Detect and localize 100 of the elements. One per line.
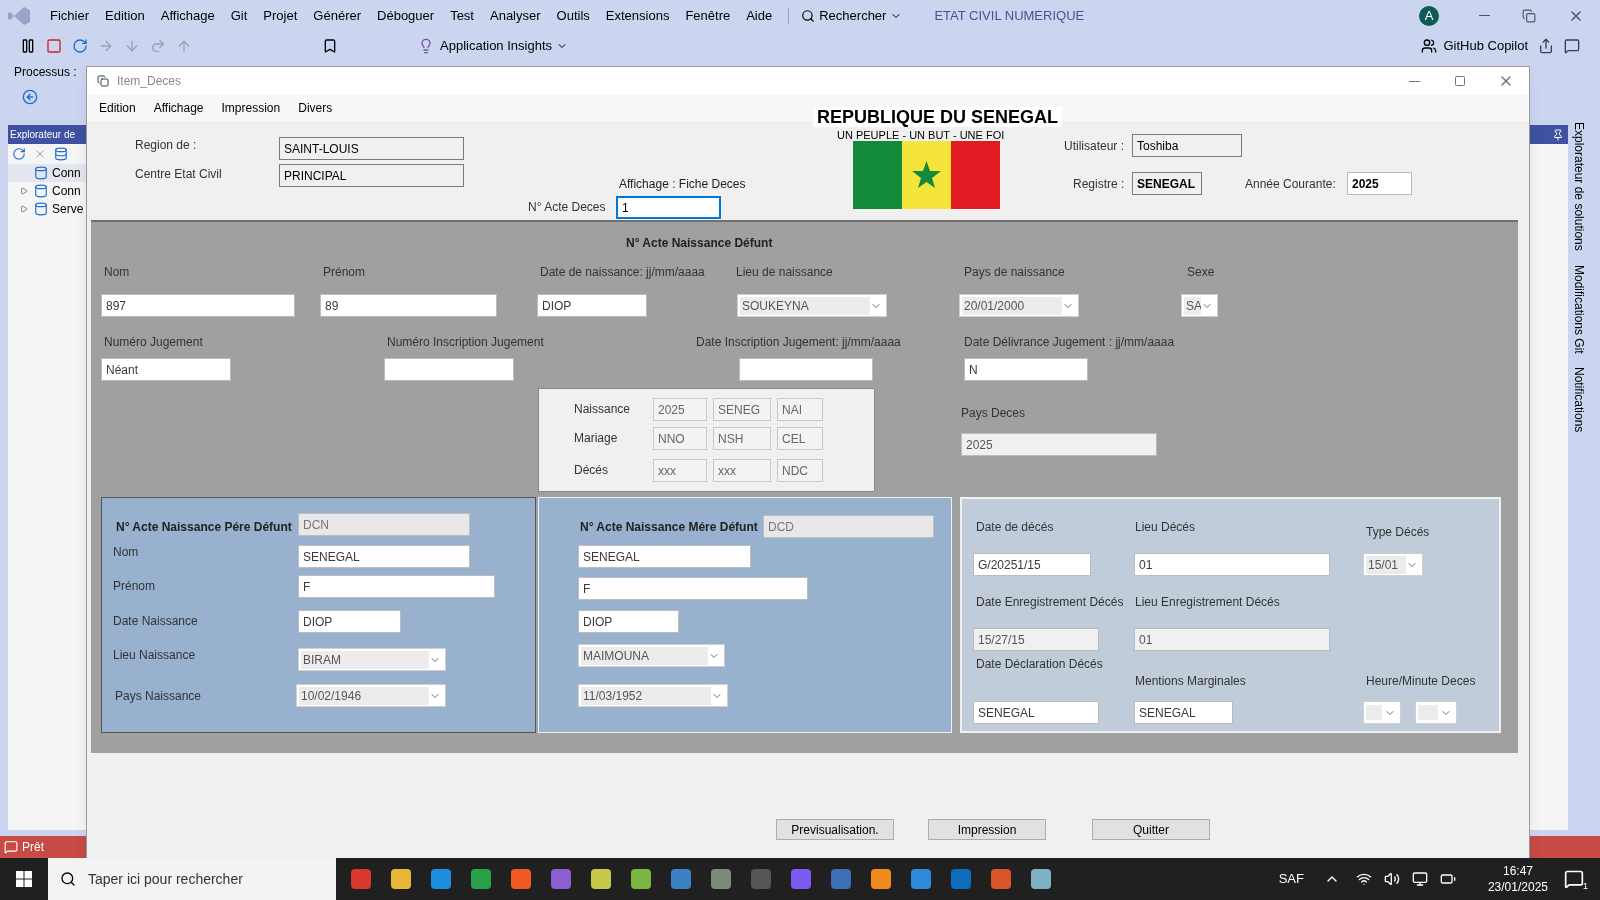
share-icon[interactable] <box>1538 38 1554 54</box>
display-icon[interactable] <box>1411 871 1428 887</box>
text-field[interactable]: SENEGAL <box>1132 172 1202 195</box>
form-button[interactable]: Impression <box>928 819 1046 840</box>
menu-item[interactable]: Edition <box>93 99 142 117</box>
side-tab[interactable]: Notifications <box>1570 367 1588 433</box>
text-field[interactable]: PRINCIPAL <box>279 164 464 187</box>
stop-icon[interactable] <box>46 38 62 54</box>
menu-item[interactable]: Aide <box>738 5 781 26</box>
app-icon[interactable] <box>470 868 492 890</box>
text-field[interactable]: F <box>578 577 808 600</box>
dropdown[interactable]: SOUKEYNA <box>737 294 887 317</box>
text-field[interactable]: N <box>964 358 1088 381</box>
menu-item[interactable]: Edition <box>97 5 153 26</box>
text-field[interactable]: 89 <box>320 294 497 317</box>
app-icon[interactable] <box>510 868 532 890</box>
search-field[interactable]: Taper ici pour rechercher <box>48 858 336 900</box>
text-field[interactable]: 1 <box>616 196 721 219</box>
text-field[interactable]: F <box>298 575 495 598</box>
side-tab[interactable]: Explorateur de solutions <box>1570 122 1588 251</box>
form-button[interactable]: Quitter <box>1092 819 1210 840</box>
app-icon[interactable] <box>630 868 652 890</box>
dropdown[interactable]: 20/01/2000 <box>959 294 1079 317</box>
app-icon[interactable] <box>910 868 932 890</box>
wifi-icon[interactable] <box>1355 871 1372 887</box>
menu-item[interactable]: Extensions <box>597 5 678 26</box>
code-field[interactable]: SENEG <box>713 398 771 421</box>
text-field[interactable]: SENEGAL <box>973 701 1099 724</box>
code-field[interactable]: xxx <box>653 459 707 482</box>
menu-item[interactable]: Fichier <box>42 5 97 26</box>
tray-label[interactable]: SAF <box>1278 869 1304 889</box>
menu-item[interactable]: Affichage <box>147 99 210 117</box>
expand-icon[interactable] <box>20 187 28 195</box>
text-field[interactable]: G/20251/15 <box>973 553 1091 576</box>
lightbulb-icon[interactable] <box>418 38 434 54</box>
app-icon[interactable] <box>390 868 412 890</box>
app-icon[interactable] <box>710 868 732 890</box>
code-field[interactable]: 2025 <box>653 398 707 421</box>
text-field[interactable]: 01 <box>1134 553 1330 576</box>
text-field[interactable]: DIOP <box>537 294 647 317</box>
battery-icon[interactable] <box>1439 871 1456 887</box>
menu-item[interactable]: Git <box>222 5 256 26</box>
menu-item[interactable]: Analyser <box>482 5 549 26</box>
text-field[interactable]: DIOP <box>298 610 401 633</box>
back-icon[interactable] <box>22 89 38 105</box>
restore-icon[interactable] <box>1522 8 1536 23</box>
expand-icon[interactable] <box>20 205 28 213</box>
windows-logo-icon[interactable] <box>16 871 32 887</box>
app-icon[interactable] <box>670 868 692 890</box>
text-field[interactable]: Néant <box>101 358 231 381</box>
menu-item[interactable]: Impression <box>215 99 287 117</box>
app-icon[interactable] <box>870 868 892 890</box>
menu-item[interactable]: Fenêtre <box>677 5 739 26</box>
text-field[interactable]: SENEGAL <box>1134 701 1233 724</box>
code-field[interactable]: NNO <box>653 427 707 450</box>
tree-item[interactable]: Serve <box>8 200 98 218</box>
dropdown[interactable]: 15/01 <box>1363 553 1423 576</box>
menu-item[interactable]: Test <box>442 5 482 26</box>
dropdown[interactable]: 10/02/1946 <box>296 684 446 707</box>
text-field[interactable]: SENEGAL <box>298 545 470 568</box>
avatar[interactable]: A <box>1419 5 1439 26</box>
code-field[interactable]: xxx <box>713 459 771 482</box>
menu-item[interactable]: Projet <box>255 5 306 26</box>
bookmark-icon[interactable] <box>322 38 338 54</box>
text-field[interactable]: 2025 <box>1347 172 1412 195</box>
text-field[interactable] <box>739 358 873 381</box>
dropdown[interactable]: 11/03/1952 <box>578 684 728 707</box>
app-icon[interactable] <box>1030 868 1052 890</box>
menu-item[interactable]: Affichage <box>152 5 223 26</box>
code-field[interactable]: NSH <box>713 427 771 450</box>
text-field[interactable]: SAINT-LOUIS <box>279 137 464 160</box>
copilot-label[interactable]: GitHub Copilot <box>1443 36 1528 56</box>
text-field[interactable] <box>384 358 514 381</box>
notification-icon[interactable] <box>1564 869 1584 889</box>
menu-item[interactable]: Générer <box>305 5 370 26</box>
refresh-icon[interactable] <box>12 147 26 161</box>
search-button[interactable]: Rechercher <box>797 5 907 26</box>
restart-icon[interactable] <box>72 38 88 54</box>
text-field[interactable]: 897 <box>101 294 295 317</box>
app-icon[interactable] <box>590 868 612 890</box>
text-field[interactable]: DIOP <box>578 610 679 633</box>
code-field[interactable]: NAI <box>777 398 823 421</box>
app-icon[interactable] <box>990 868 1012 890</box>
clock[interactable]: 16:47 23/01/2025 <box>1487 863 1548 895</box>
text-field[interactable]: SENEGAL <box>578 545 751 568</box>
side-tab[interactable]: Modifications Git <box>1570 264 1588 354</box>
feedback-icon[interactable] <box>1564 38 1580 54</box>
app-icon[interactable] <box>430 868 452 890</box>
dropdown[interactable]: MAIMOUNA <box>578 644 725 667</box>
text-field[interactable]: Toshiba <box>1132 134 1242 157</box>
volume-icon[interactable] <box>1383 871 1400 887</box>
menu-item[interactable]: Divers <box>292 99 339 117</box>
pause-icon[interactable] <box>20 38 36 54</box>
code-field[interactable]: CEL <box>777 427 823 450</box>
code-field[interactable]: NDC <box>777 459 823 482</box>
toolbar-dropdown[interactable]: Application Insights <box>440 36 568 56</box>
close-icon[interactable] <box>34 148 46 160</box>
pin-icon[interactable] <box>1552 128 1564 141</box>
menu-item[interactable]: Déboguer <box>369 5 443 26</box>
form-button[interactable]: Previsualisation. <box>776 819 894 840</box>
